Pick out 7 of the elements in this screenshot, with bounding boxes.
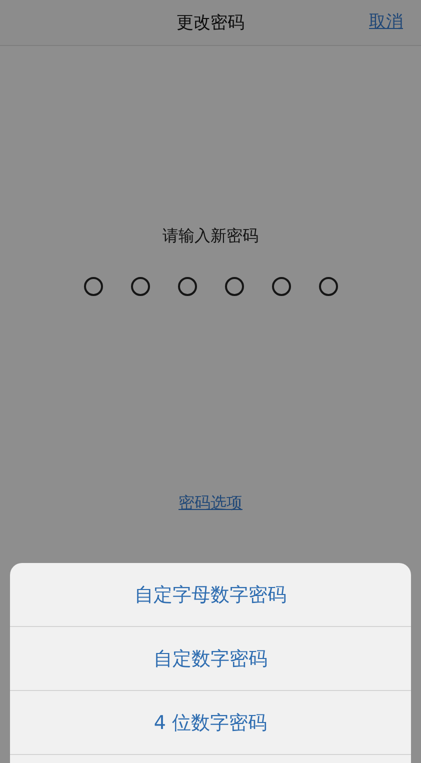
prompt-text: 请输入新密码 [162, 226, 258, 247]
sheet-option[interactable]: 自定数字密码 [10, 627, 411, 691]
screen-title: 更改密码 [176, 12, 244, 34]
passcode-options-link[interactable]: 密码选项 [178, 493, 242, 514]
sheet-option[interactable]: 4 位数字密码 [10, 691, 411, 755]
sheet-option[interactable]: 自定字母数字密码 [10, 563, 411, 627]
cancel-link[interactable]: 取消 [369, 10, 403, 33]
